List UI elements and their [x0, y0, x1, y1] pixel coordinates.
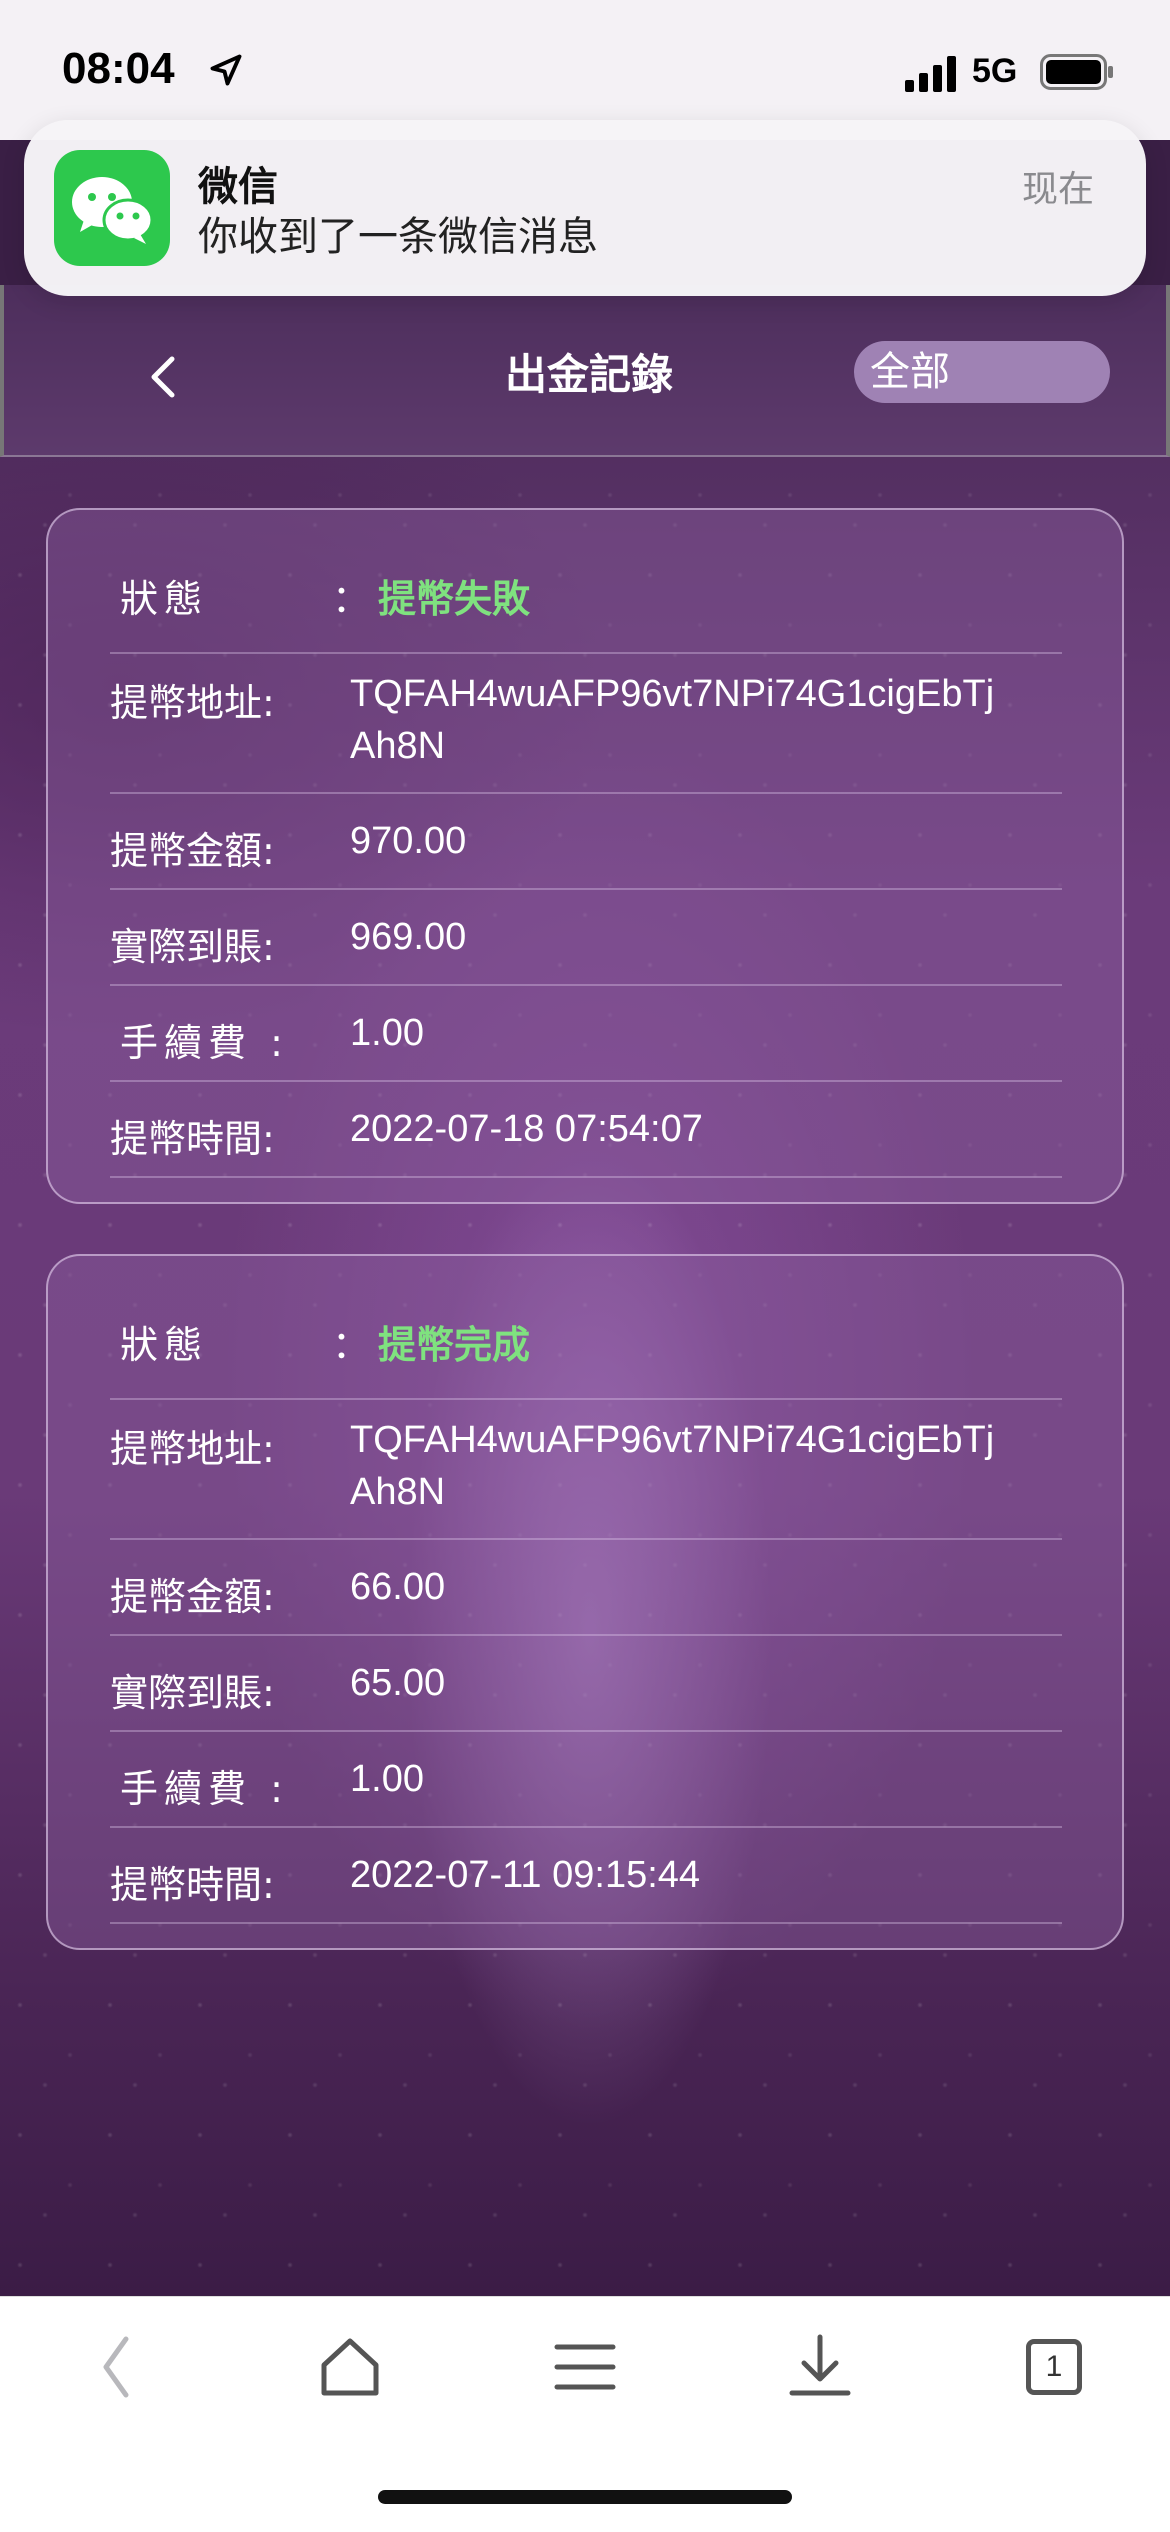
amount-value: 66.00 [350, 1566, 446, 1608]
status-label: 狀態 [120, 577, 209, 621]
amount-value: 970.00 [350, 820, 467, 862]
amount-label: 提幣金額: [110, 829, 275, 873]
address-label: 提幣地址: [110, 1427, 275, 1471]
address-value: TQFAH4wuAFP96vt7NPi74G1cigEbTjAh8N [350, 673, 995, 767]
time-value: 2022-07-18 07:54:07 [350, 1108, 703, 1150]
status-time: 08:04 [62, 44, 175, 93]
status-value: 提幣完成 [378, 1323, 531, 1367]
fee-row: 手續費 : 1.00 [110, 1732, 1062, 1828]
received-row: 實際到賬: 969.00 [110, 890, 1062, 986]
fee-label: 手續費 : [120, 1767, 289, 1811]
time-label: 提幣時間: [110, 1117, 275, 1161]
fee-value: 1.00 [350, 1758, 424, 1800]
status-bar: 08:04 5G [0, 0, 1170, 140]
notification-time: 现在 [1021, 169, 1094, 210]
time-label: 提幣時間: [110, 1863, 275, 1907]
address-row: 提幣地址: TQFAH4wuAFP96vt7NPi74G1cigEbTjAh8N [110, 654, 1062, 794]
menu-icon[interactable] [545, 2327, 625, 2407]
time-value: 2022-07-11 09:15:44 [350, 1854, 701, 1896]
withdrawal-record-card: 狀態 ： 提幣失敗 提幣地址: TQFAH4wuAFP96vt7NPi74G1c… [46, 508, 1124, 1204]
received-value: 969.00 [350, 916, 467, 958]
tabs-icon[interactable]: 1 [1012, 2327, 1092, 2407]
filter-dropdown[interactable]: 全部 [854, 341, 1110, 403]
location-arrow-icon [210, 54, 242, 86]
notification-banner[interactable]: 微信 你收到了一条微信消息 现在 [24, 120, 1146, 296]
network-type: 5G [972, 52, 1018, 90]
cellular-signal-icon [905, 56, 956, 92]
home-indicator [378, 2490, 792, 2504]
app-header: 出金記錄 全部 [0, 285, 1170, 457]
received-label: 實際到賬: [110, 1671, 275, 1715]
amount-label: 提幣金額: [110, 1575, 275, 1619]
status-separator: ： [332, 577, 371, 621]
status-separator: ： [332, 1323, 371, 1367]
fee-label: 手續費 : [120, 1021, 289, 1065]
amount-row: 提幣金額: 970.00 [110, 794, 1062, 890]
home-icon[interactable] [310, 2327, 390, 2407]
notification-message: 你收到了一条微信消息 [198, 214, 598, 260]
wechat-icon [54, 150, 170, 266]
download-icon[interactable] [780, 2327, 860, 2407]
time-row: 提幣時間: 2022-07-11 09:15:44 [110, 1828, 1062, 1924]
status-row: 狀態 ： 提幣失敗 [110, 510, 1062, 654]
status-label: 狀態 [120, 1323, 209, 1367]
address-value: TQFAH4wuAFP96vt7NPi74G1cigEbTjAh8N [350, 1419, 995, 1513]
fee-row: 手續費 : 1.00 [110, 986, 1062, 1082]
status-row: 狀態 ： 提幣完成 [110, 1256, 1062, 1400]
amount-row: 提幣金額: 66.00 [110, 1540, 1062, 1636]
address-label: 提幣地址: [110, 681, 275, 725]
fee-value: 1.00 [350, 1012, 424, 1054]
address-row: 提幣地址: TQFAH4wuAFP96vt7NPi74G1cigEbTjAh8N [110, 1400, 1062, 1540]
time-row: 提幣時間: 2022-07-18 07:54:07 [110, 1082, 1062, 1178]
received-value: 65.00 [350, 1662, 446, 1704]
battery-icon [1040, 54, 1113, 90]
tab-count: 1 [1026, 2339, 1082, 2395]
received-label: 實際到賬: [110, 925, 275, 969]
back-icon[interactable] [78, 2327, 158, 2407]
received-row: 實際到賬: 65.00 [110, 1636, 1062, 1732]
withdrawal-record-card: 狀態 ： 提幣完成 提幣地址: TQFAH4wuAFP96vt7NPi74G1c… [46, 1254, 1124, 1950]
status-value: 提幣失敗 [378, 577, 531, 621]
